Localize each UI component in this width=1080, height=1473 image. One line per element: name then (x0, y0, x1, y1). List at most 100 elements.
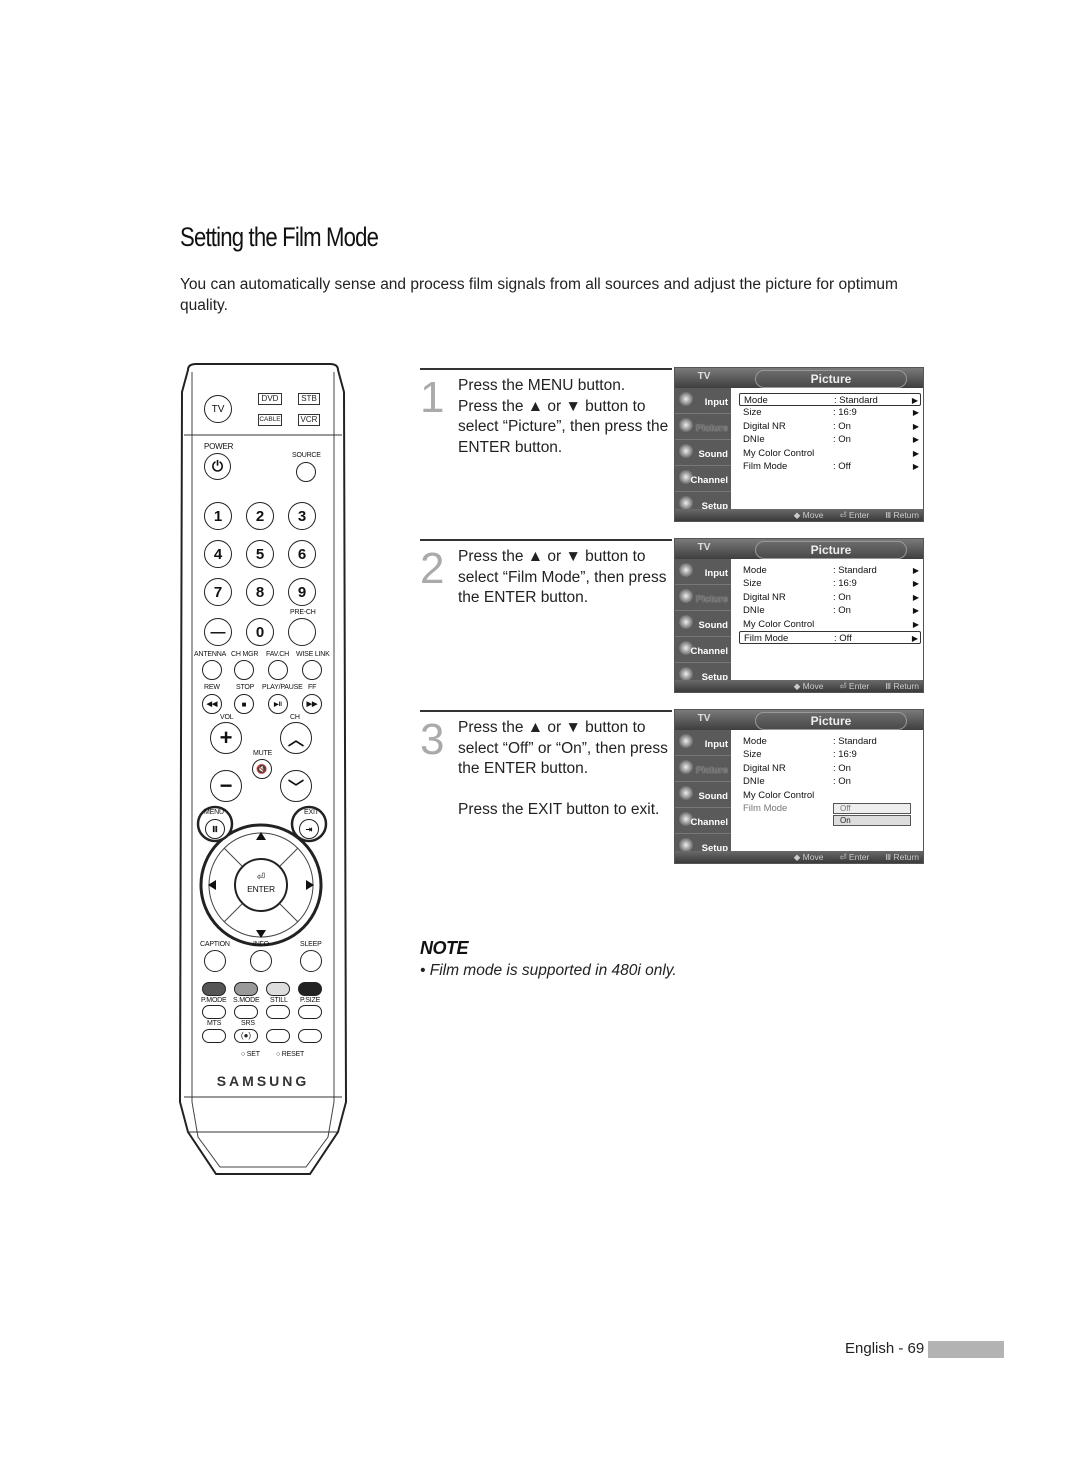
power-button[interactable]: ⏻ (204, 453, 231, 480)
vol-label: VOL (220, 714, 234, 721)
digit-button-6[interactable]: 6 (288, 540, 316, 568)
source-button[interactable] (296, 462, 316, 482)
osd-menu-item-digital-nr[interactable]: Digital NR: On ▶ (739, 420, 921, 433)
osd-sidebar-item-channel[interactable]: Channel (675, 637, 731, 663)
dpad-left-button[interactable] (204, 865, 226, 905)
arrow-right-icon: ▶ (911, 396, 918, 405)
digit-button-8[interactable]: 8 (246, 578, 274, 606)
osd-sidebar-item-sound[interactable]: Sound (675, 611, 731, 637)
caption-button[interactable] (204, 950, 226, 972)
sleep-button[interactable] (300, 950, 322, 972)
vol-up-button[interactable]: + (210, 722, 242, 754)
osd-menu-item-size[interactable]: Size: 16:9 ▶ (739, 406, 921, 419)
osd-sidebar-item-input[interactable]: Input (675, 730, 731, 756)
ch-down-button[interactable]: ﹀ (280, 770, 312, 802)
osd-menu-item-my-color-control[interactable]: My Color Control (739, 789, 921, 802)
osd-menu-item-size[interactable]: Size: 16:9 ▶ (739, 577, 921, 590)
color-key-button[interactable] (202, 982, 226, 996)
blank-button[interactable] (266, 1029, 290, 1043)
fav-ch-button[interactable] (268, 660, 288, 680)
osd-menu-item-mode[interactable]: Mode: Standard (739, 735, 921, 748)
p-mode-button[interactable] (202, 1005, 226, 1019)
info-button[interactable] (250, 950, 272, 972)
vcr-mode-button[interactable]: VCR (298, 414, 320, 426)
mts-button[interactable] (202, 1029, 226, 1043)
osd-sidebar-item-picture[interactable]: Picture (675, 414, 731, 440)
osd-menu-item-film-mode[interactable]: Film Mode: Off ▶ (739, 460, 921, 473)
input-icon (679, 563, 693, 577)
set-button[interactable]: ○ SET (241, 1051, 260, 1058)
osd-menu-item-size[interactable]: Size: 16:9 (739, 748, 921, 761)
osd-menu-item-film-mode[interactable]: Film Mode: Off ▶ (739, 630, 921, 645)
vol-down-button[interactable]: − (210, 770, 242, 802)
play-pause-button[interactable]: ▶II (268, 694, 288, 714)
mute-button[interactable]: 🔇 (252, 759, 272, 779)
cable-mode-button[interactable]: CABLE (258, 414, 282, 426)
tv-mode-button[interactable]: TV (204, 395, 232, 423)
dvd-mode-button[interactable]: DVD (258, 393, 282, 405)
osd-sidebar-item-sound[interactable]: Sound (675, 782, 731, 808)
srs-button[interactable]: (●) (234, 1029, 258, 1043)
osd-title: Picture (755, 712, 907, 730)
enter-button[interactable]: ⏎ ENTER (238, 862, 284, 908)
osd-sidebar-item-sound[interactable]: Sound (675, 440, 731, 466)
tv-osd-screen-2: TV Picture Input Picture Sound Channel S… (674, 538, 924, 693)
digit-button-1[interactable]: 1 (204, 502, 232, 530)
osd-sidebar-item-channel[interactable]: Channel (675, 466, 731, 492)
blank-button[interactable] (298, 1029, 322, 1043)
osd-menu-item-dnie[interactable]: DNIe: On ▶ (739, 604, 921, 617)
osd-sidebar-item-input[interactable]: Input (675, 388, 731, 414)
digit-button-9[interactable]: 9 (288, 578, 316, 606)
ff-button[interactable]: ▶▶ (302, 694, 322, 714)
color-key-button[interactable] (298, 982, 322, 996)
rew-button[interactable]: ◀◀ (202, 694, 222, 714)
osd-sidebar-item-channel[interactable]: Channel (675, 808, 731, 834)
digit-button-3[interactable]: 3 (288, 502, 316, 530)
osd-nav-hints: ◆ Move ⏎ Enter Ⅲ Return (778, 851, 919, 863)
dpad-up-button[interactable] (241, 828, 281, 850)
digit-button-5[interactable]: 5 (246, 540, 274, 568)
stop-button[interactable]: ■ (234, 694, 254, 714)
move-hint: ◆ Move (793, 510, 824, 520)
osd-sidebar-item-picture[interactable]: Picture (675, 756, 731, 782)
s-mode-button[interactable] (234, 1005, 258, 1019)
dpad-right-button[interactable] (298, 865, 320, 905)
dash-button[interactable]: — (204, 618, 232, 646)
antenna-button[interactable] (202, 660, 222, 680)
osd-menu-item-mode[interactable]: Mode: Standard ▶ (739, 393, 921, 407)
stop-label: STOP (236, 684, 255, 691)
osd-menu-item-digital-nr[interactable]: Digital NR: On (739, 762, 921, 775)
osd-menu-item-dnie[interactable]: DNIe: On (739, 775, 921, 788)
osd-sidebar: Input Picture Sound Channel Setup (675, 730, 731, 860)
p-size-button[interactable] (298, 1005, 322, 1019)
pre-ch-button[interactable] (288, 618, 316, 646)
osd-menu-item-my-color-control[interactable]: My Color Control ▶ (739, 618, 921, 631)
color-key-button[interactable] (266, 982, 290, 996)
reset-button[interactable]: ○ RESET (276, 1051, 304, 1058)
osd-sidebar-item-picture[interactable]: Picture (675, 585, 731, 611)
osd-menu-item-mode[interactable]: Mode: Standard ▶ (739, 564, 921, 577)
osd-menu-item-digital-nr[interactable]: Digital NR: On ▶ (739, 591, 921, 604)
digit-button-4[interactable]: 4 (204, 540, 232, 568)
page-number: English - 69 (845, 1340, 925, 1357)
digit-button-0[interactable]: 0 (246, 618, 274, 646)
wise-link-button[interactable] (302, 660, 322, 680)
color-key-button[interactable] (234, 982, 258, 996)
exit-button[interactable]: ⇥ (299, 819, 319, 839)
brand-logo: SAMSUNG (216, 1073, 310, 1089)
ch-mgr-button[interactable] (234, 660, 254, 680)
still-button[interactable] (266, 1005, 290, 1019)
digit-button-7[interactable]: 7 (204, 578, 232, 606)
film-mode-option-on[interactable]: On (833, 815, 911, 826)
dpad-down-button[interactable] (241, 920, 281, 942)
menu-button[interactable]: Ⅲ (205, 819, 225, 839)
ch-up-button[interactable]: ︿ (280, 722, 312, 754)
osd-menu-item-my-color-control[interactable]: My Color Control ▶ (739, 447, 921, 460)
stb-mode-button[interactable]: STB (298, 393, 320, 405)
pre-ch-label: PRE-CH (290, 609, 316, 616)
osd-sidebar-item-input[interactable]: Input (675, 559, 731, 585)
osd-menu-item-dnie[interactable]: DNIe: On ▶ (739, 433, 921, 446)
digit-button-2[interactable]: 2 (246, 502, 274, 530)
film-mode-option-off[interactable]: Off (833, 803, 911, 814)
arrow-right-icon: ▶ (912, 408, 919, 418)
